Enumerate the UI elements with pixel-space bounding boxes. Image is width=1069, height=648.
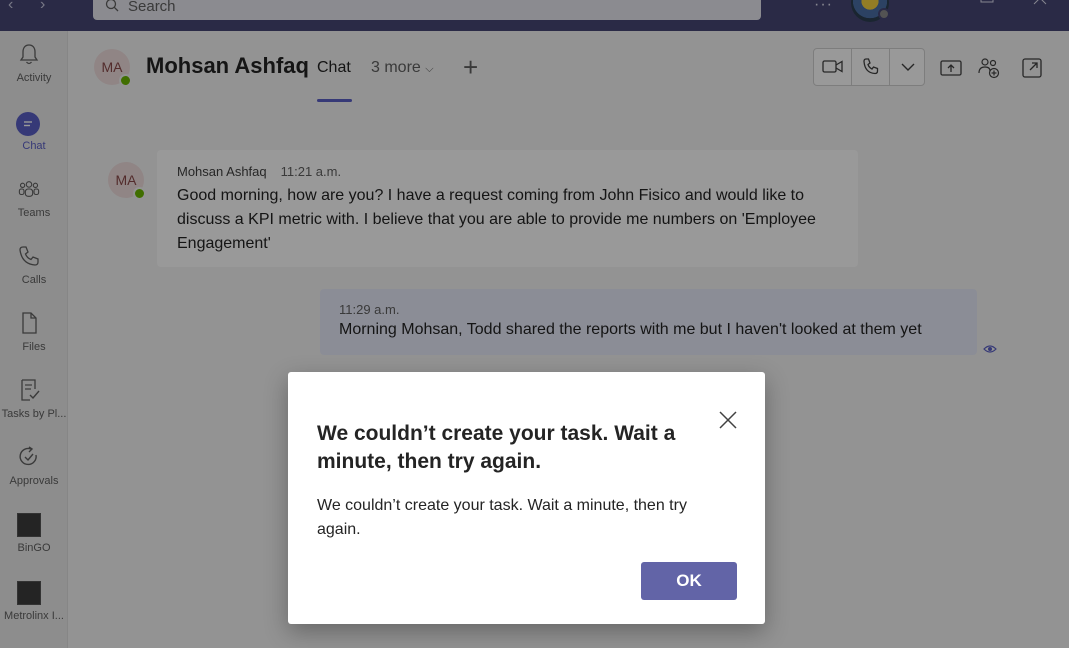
ok-button[interactable]: OK [641, 562, 737, 600]
error-dialog: We couldn’t create your task. Wait a min… [288, 372, 765, 624]
close-icon[interactable] [716, 408, 740, 432]
dialog-title: We couldn’t create your task. Wait a min… [317, 422, 676, 473]
dialog-message: We couldn’t create your task. Wait a min… [317, 497, 687, 538]
